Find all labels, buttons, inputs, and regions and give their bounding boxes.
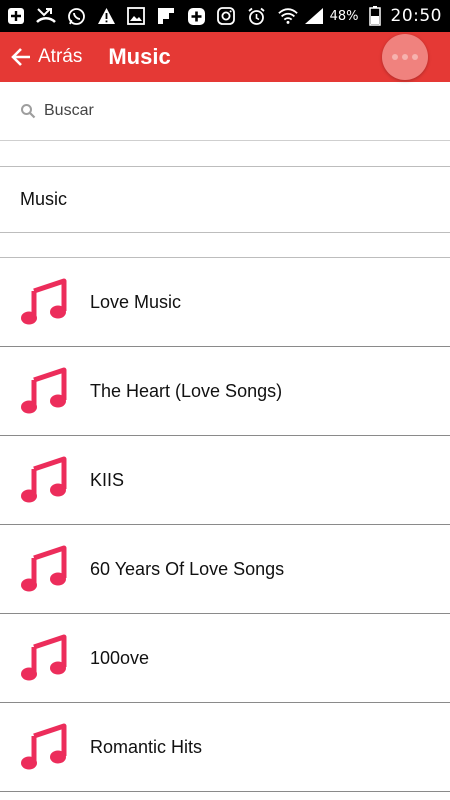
list-item-label: The Heart (Love Songs): [90, 380, 283, 401]
battery-icon: [365, 6, 385, 26]
plus-icon: [6, 6, 26, 26]
list-item[interactable]: The Heart (Love Songs): [0, 347, 450, 436]
more-options-button[interactable]: [382, 34, 428, 80]
clock: 20:50: [390, 6, 442, 26]
music-note-icon: [21, 456, 67, 503]
list-item[interactable]: KIIS: [0, 436, 450, 525]
list-item-label: Romantic Hits: [90, 736, 203, 757]
music-note-icon: [21, 367, 67, 414]
section-header: Music: [0, 167, 450, 232]
list-item[interactable]: Romantic Hits: [0, 703, 450, 792]
section-title: Music: [20, 189, 68, 209]
signal-icon: [304, 6, 324, 26]
list-item-label: Love Music: [90, 291, 182, 312]
list-item-label: 60 Years Of Love Songs: [90, 558, 285, 579]
music-note-icon: [21, 723, 67, 770]
list-item-label: KIIS: [90, 469, 125, 490]
flipboard-icon: [156, 6, 176, 26]
notification-icons: [0, 6, 266, 26]
wifi-icon: [277, 6, 298, 26]
station-list: Love Music The Heart (Love Songs) KIIS 6…: [0, 258, 450, 792]
list-item[interactable]: Love Music: [0, 258, 450, 347]
app-bar: Atrás Music: [0, 32, 450, 82]
music-note-icon: [21, 634, 67, 681]
battery-percent: 48%: [329, 8, 359, 24]
search-input[interactable]: [42, 101, 406, 121]
search-bar: [0, 82, 450, 141]
back-button[interactable]: Atrás: [0, 32, 82, 82]
image-icon: [126, 6, 146, 26]
add-circle-icon: [186, 6, 206, 26]
list-item[interactable]: 60 Years Of Love Songs: [0, 525, 450, 614]
list-item[interactable]: 100ove: [0, 614, 450, 703]
warning-icon: [96, 6, 116, 26]
search-icon: [21, 104, 36, 119]
missed-call-icon: [36, 6, 56, 26]
system-status: 48% 20:50: [277, 6, 450, 26]
list-item-label: 100ove: [90, 647, 150, 668]
alarm-icon: [246, 6, 266, 26]
arrow-left-icon: [11, 48, 30, 66]
more-dots-icon: [392, 54, 418, 60]
page-title: Music: [108, 44, 171, 69]
status-bar: 48% 20:50: [0, 0, 450, 32]
music-note-icon: [21, 278, 67, 325]
back-label: Atrás: [38, 46, 83, 67]
whatsapp-icon: [66, 6, 86, 26]
instagram-icon: [216, 6, 236, 26]
music-note-icon: [21, 545, 67, 592]
divider: [0, 232, 450, 233]
